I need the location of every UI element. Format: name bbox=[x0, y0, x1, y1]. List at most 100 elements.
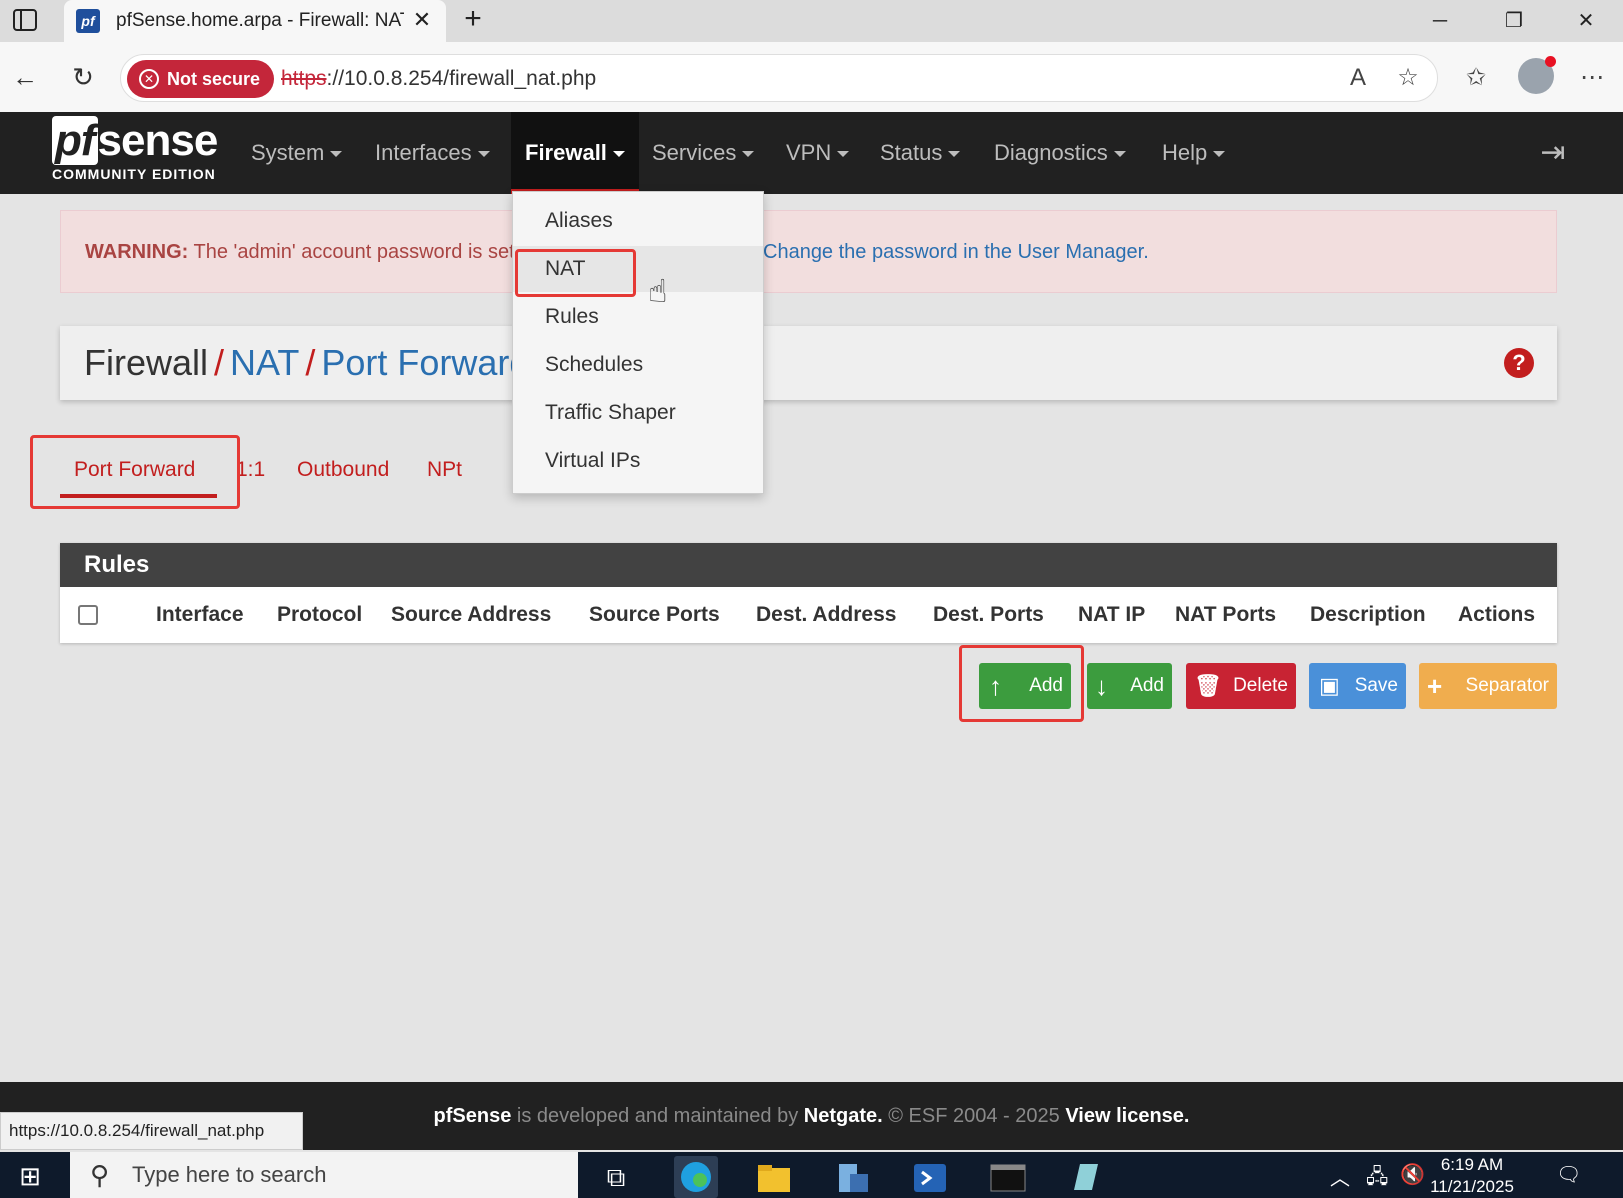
menu-firewall[interactable]: Firewall bbox=[511, 112, 639, 194]
back-icon[interactable]: ← bbox=[8, 60, 42, 94]
menu-item-rules[interactable]: Rules bbox=[513, 294, 763, 340]
menu-help[interactable]: Help bbox=[1162, 112, 1226, 194]
col-dest-address: Dest. Address bbox=[756, 603, 897, 626]
menu-vpn[interactable]: VPN bbox=[786, 112, 850, 194]
col-nat-ports: NAT Ports bbox=[1175, 603, 1277, 626]
highlight-nat-menu bbox=[515, 249, 636, 297]
firewall-dropdown-menu: Aliases NAT Rules Schedules Traffic Shap… bbox=[512, 191, 764, 494]
refresh-icon[interactable]: ↻ bbox=[66, 60, 100, 94]
rules-panel: Rules Interface Protocol Source Address … bbox=[60, 543, 1557, 643]
not-secure-badge[interactable]: ✕ Not secure bbox=[127, 60, 275, 98]
change-password-link[interactable]: Change the password in the User Manager. bbox=[763, 211, 1149, 292]
url-input[interactable]: ✕ Not secure https://10.0.8.254/firewall… bbox=[120, 54, 1438, 102]
url-text: https://10.0.8.254/firewall_nat.php bbox=[281, 67, 597, 90]
menu-item-schedules[interactable]: Schedules bbox=[513, 342, 763, 388]
menu-item-aliases[interactable]: Aliases bbox=[513, 198, 763, 244]
delete-button[interactable]: 🗑 Delete bbox=[1186, 663, 1296, 709]
save-button[interactable]: ▣ Save bbox=[1309, 663, 1406, 709]
minimize-icon[interactable]: ─ bbox=[1420, 6, 1460, 36]
caret-down-icon bbox=[1213, 151, 1226, 158]
network-icon[interactable]: 🖧 bbox=[1366, 1162, 1388, 1196]
tab-outbound[interactable]: Outbound bbox=[297, 440, 389, 500]
caret-down-icon bbox=[837, 151, 850, 158]
command-prompt-icon[interactable] bbox=[986, 1156, 1030, 1198]
logout-icon[interactable]: ⇥ bbox=[1536, 136, 1570, 170]
favorites-list-icon[interactable]: ✩ bbox=[1460, 62, 1492, 94]
notepad-app-icon[interactable] bbox=[1064, 1156, 1108, 1198]
notification-dot bbox=[1545, 56, 1556, 67]
browser-tab-active[interactable]: pf pfSense.home.arpa - Firewall: NAT ✕ bbox=[64, 0, 446, 42]
add-rule-bottom-button[interactable]: ↓ Add bbox=[1087, 663, 1172, 709]
caret-down-icon bbox=[948, 151, 961, 158]
show-hidden-icons-chevron-icon[interactable]: ︿ bbox=[1330, 1162, 1350, 1191]
plus-icon: + bbox=[1427, 671, 1443, 701]
col-description: Description bbox=[1310, 603, 1426, 626]
highlight-port-forward-tab bbox=[30, 435, 240, 509]
caret-down-icon bbox=[612, 151, 625, 158]
task-view-icon[interactable]: ⧉ bbox=[594, 1156, 638, 1198]
breadcrumb-port-forward[interactable]: Port Forward bbox=[321, 342, 529, 383]
pfsense-logo[interactable]: pfsense COMMUNITY EDITION bbox=[52, 116, 222, 188]
default-password-warning: WARNING: The 'admin' account password is… bbox=[60, 210, 1557, 293]
menu-services[interactable]: Services bbox=[652, 112, 755, 194]
restore-icon[interactable]: ❐ bbox=[1494, 6, 1534, 36]
help-icon[interactable]: ? bbox=[1504, 348, 1534, 378]
edge-browser-icon[interactable] bbox=[674, 1156, 718, 1198]
col-nat-ip: NAT IP bbox=[1078, 603, 1146, 626]
read-aloud-icon[interactable]: A bbox=[1342, 62, 1374, 94]
pfsense-navbar: pfsense COMMUNITY EDITION System Interfa… bbox=[0, 112, 1623, 194]
menu-status[interactable]: Status bbox=[880, 112, 961, 194]
rules-title: Rules bbox=[60, 543, 1557, 587]
windows-start-icon[interactable]: ⊞ bbox=[14, 1160, 46, 1192]
profile-avatar[interactable] bbox=[1518, 56, 1556, 94]
netgate-link[interactable]: Netgate. bbox=[804, 1105, 883, 1127]
tab-npt[interactable]: NPt bbox=[427, 440, 462, 500]
view-license-link[interactable]: View license. bbox=[1065, 1105, 1189, 1127]
tab-close-icon[interactable]: ✕ bbox=[408, 6, 436, 34]
taskbar-search-input[interactable]: ⚲ Type here to search bbox=[70, 1152, 578, 1198]
arrow-down-icon: ↓ bbox=[1095, 671, 1108, 701]
caret-down-icon bbox=[742, 151, 755, 158]
server-manager-icon[interactable] bbox=[830, 1156, 874, 1198]
caret-down-icon bbox=[1113, 151, 1126, 158]
menu-interfaces[interactable]: Interfaces bbox=[375, 112, 490, 194]
file-explorer-icon[interactable] bbox=[752, 1156, 796, 1198]
highlight-add-button bbox=[959, 645, 1084, 722]
tab-title: pfSense.home.arpa - Firewall: NAT bbox=[116, 10, 404, 31]
address-bar-row: ← ↻ ✕ Not secure https://10.0.8.254/fire… bbox=[0, 42, 1623, 112]
new-tab-icon[interactable]: + bbox=[458, 4, 488, 36]
rules-header-row: Interface Protocol Source Address Source… bbox=[60, 587, 1557, 643]
breadcrumb-panel: Firewall / NAT / Port Forward ? bbox=[60, 326, 1557, 400]
hand-cursor-icon: ☝ bbox=[648, 273, 668, 309]
taskbar-clock[interactable]: 6:19 AM 11/21/2025 bbox=[1430, 1154, 1514, 1198]
menu-diagnostics[interactable]: Diagnostics bbox=[994, 112, 1126, 194]
separator-button[interactable]: + Separator bbox=[1419, 663, 1557, 709]
col-dest-ports: Dest. Ports bbox=[933, 603, 1044, 626]
floppy-disk-icon: ▣ bbox=[1319, 673, 1340, 698]
select-all-checkbox[interactable] bbox=[78, 605, 98, 625]
breadcrumb-nat[interactable]: NAT bbox=[230, 342, 299, 383]
powershell-icon[interactable] bbox=[908, 1156, 952, 1198]
window-close-icon[interactable]: ✕ bbox=[1566, 6, 1606, 36]
volume-muted-icon[interactable]: 🔇 bbox=[1400, 1162, 1425, 1187]
windows-taskbar: ⊞ ⚲ Type here to search ⧉ ︿ 🖧 🔇 6:19 AM … bbox=[0, 1152, 1623, 1198]
col-actions: Actions bbox=[1458, 603, 1536, 626]
breadcrumb: Firewall / NAT / Port Forward bbox=[84, 342, 530, 383]
menu-system[interactable]: System bbox=[251, 112, 343, 194]
sidebar-toggle-icon[interactable] bbox=[12, 8, 38, 32]
menu-item-virtual-ips[interactable]: Virtual IPs bbox=[513, 438, 763, 484]
search-icon: ⚲ bbox=[90, 1160, 110, 1190]
col-source-ports: Source Ports bbox=[589, 603, 720, 626]
col-source-address: Source Address bbox=[391, 603, 552, 626]
caret-down-icon bbox=[477, 151, 490, 158]
warning-shield-icon: ✕ bbox=[139, 69, 159, 89]
favorite-star-icon[interactable]: ☆ bbox=[1392, 62, 1424, 94]
col-protocol: Protocol bbox=[277, 603, 363, 626]
notifications-icon[interactable]: 🗨 bbox=[1556, 1162, 1581, 1187]
tab-one-to-one[interactable]: 1:1 bbox=[236, 440, 265, 500]
link-status-bar: https://10.0.8.254/firewall_nat.php bbox=[0, 1112, 303, 1150]
breadcrumb-firewall: Firewall bbox=[84, 342, 209, 383]
menu-item-traffic-shaper[interactable]: Traffic Shaper bbox=[513, 390, 763, 436]
browser-tab-bar: pf pfSense.home.arpa - Firewall: NAT ✕ +… bbox=[0, 0, 1623, 42]
more-menu-icon[interactable]: ⋯ bbox=[1576, 62, 1608, 94]
